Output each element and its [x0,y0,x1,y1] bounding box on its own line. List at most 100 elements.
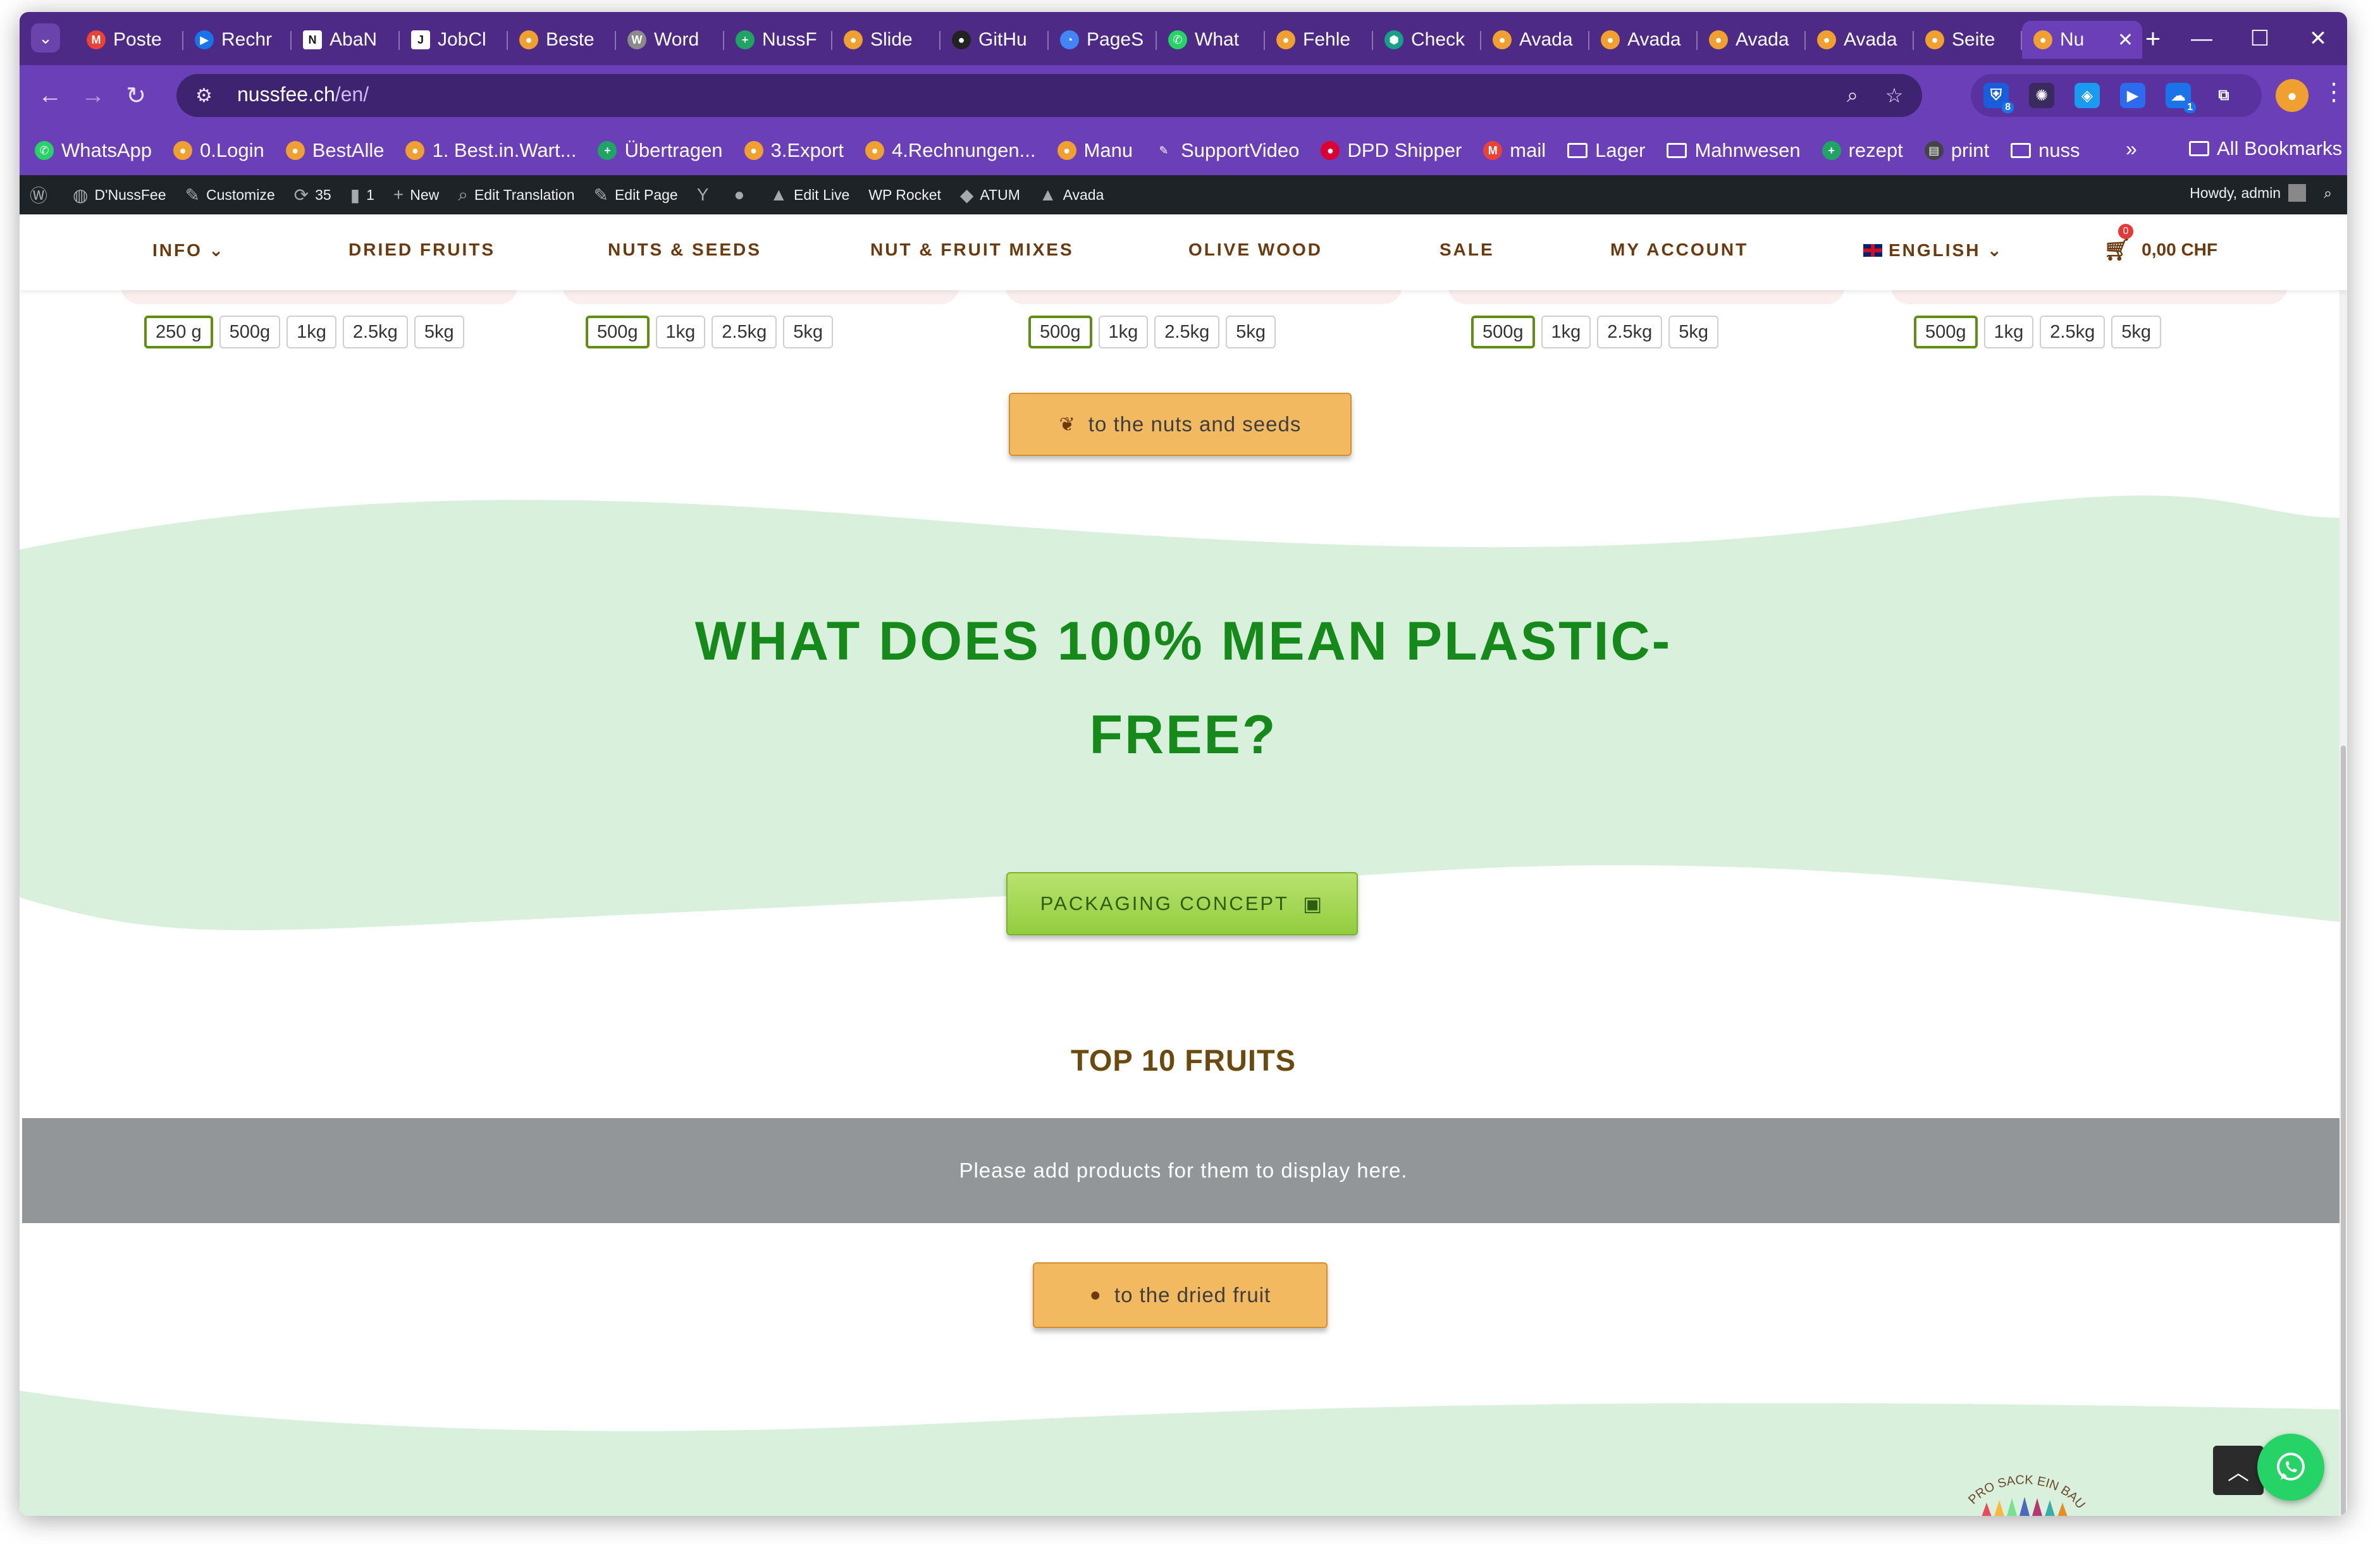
variant-option[interactable]: 500g [1028,316,1092,348]
admin-bar-item[interactable]: ● [734,185,751,205]
bookmark-item[interactable]: ✎ SupportVideo [1154,139,1299,162]
bookmark-item[interactable]: nuss [2011,139,2080,162]
tab-search-button[interactable]: ⌄ [31,23,60,52]
bitwarden-icon[interactable]: ⛨ 8 [1983,83,2014,113]
admin-bar-item[interactable]: ▲ Edit Live [770,185,849,205]
browser-tab[interactable]: ✆ What [1157,21,1265,59]
variant-option[interactable]: 5kg [1226,316,1276,348]
bookmark-item[interactable]: Mahnwesen [1667,139,1801,162]
variant-option[interactable]: 500g [586,316,650,348]
nav-sale[interactable]: SALE [1440,240,1495,260]
address-bar[interactable]: ⚙ nussfee.ch/en/ ⌕ ☆ [176,74,1922,117]
bookmark-item[interactable]: ▤ print [1924,139,1989,162]
close-window-button[interactable]: ✕ [2289,12,2347,65]
nav-nuts-seeds[interactable]: NUTS & SEEDS [608,240,761,260]
packaging-concept-button[interactable]: PACKAGING CONCEPT ▣ [1006,872,1358,935]
nav-english[interactable]: ENGLISH ⌄ [1863,240,2004,261]
browser-tab[interactable]: M Poste [75,21,183,59]
dried-fruit-button[interactable]: ● to the dried fruit [1033,1262,1328,1328]
admin-bar-item[interactable]: Y [697,185,715,205]
browser-tab[interactable]: ● Avada [1806,21,1914,59]
admin-bar-item[interactable]: ✎ Edit Page [594,185,678,206]
browser-tab[interactable]: + NussF [724,21,832,59]
variant-option[interactable]: 1kg [287,316,336,348]
bookmark-item[interactable]: Mmail [1483,139,1546,162]
nav-my-account[interactable]: MY ACCOUNT [1610,240,1748,260]
fox-extension-icon[interactable]: ✺ [2029,83,2054,108]
scrollbar-thumb[interactable] [2341,746,2346,1516]
admin-bar-item[interactable]: ▲ Avada [1039,185,1104,205]
browser-tab[interactable]: ▶ Rechr [183,21,292,59]
browser-tab[interactable]: N AbaN [292,21,400,59]
browser-tab[interactable]: J JobCl [400,21,508,59]
bookmarks-overflow-icon[interactable]: » [2126,137,2137,161]
browser-tab[interactable]: ◔ PageS [1049,21,1157,59]
browser-menu-icon[interactable]: ⋮ [2322,78,2346,106]
variant-option[interactable]: 250 g [144,316,213,348]
browser-tab[interactable]: ● Seite [1914,21,2022,59]
bookmark-item[interactable]: ● 1. Best.in.Wart... [405,139,576,162]
variant-option[interactable]: 1kg [655,316,706,348]
bookmark-item[interactable]: ✆ WhatsApp [35,139,152,162]
profile-avatar[interactable]: ● [2276,79,2309,112]
cloud-extension-icon[interactable]: ☁ 1 [2166,83,2196,113]
bookmark-item[interactable]: Lager [1567,139,1645,162]
scroll-to-top-button[interactable]: ︿ [2213,1446,2264,1495]
variant-option[interactable]: 1kg [1983,316,2034,348]
browser-tab[interactable]: ● GitHu [940,21,1049,59]
bookmark-item[interactable]: ● DPD Shipper [1321,139,1462,162]
variant-option[interactable]: 2.5kg [342,316,408,348]
new-tab-button[interactable]: + [2135,21,2171,56]
forward-button[interactable]: → [75,78,111,113]
variant-option[interactable]: 1kg [1098,316,1149,348]
admin-bar-item[interactable]: ✎ Customize [185,185,275,206]
nav-dried-fruits[interactable]: DRIED FRUITS [348,240,495,260]
nav-olive-wood[interactable]: OLIVE WOOD [1188,240,1323,260]
variant-option[interactable]: 500g [219,316,281,348]
puzzle-icon[interactable]: ⧉ [2211,83,2236,108]
browser-tab[interactable]: ● Beste [508,21,616,59]
browser-tab[interactable]: ● Avada [1589,21,1698,59]
reload-button[interactable]: ↻ [118,78,154,113]
all-bookmarks-button[interactable]: All Bookmarks [2189,137,2342,160]
bookmark-item[interactable]: + Übertragen [598,139,723,162]
admin-search-icon[interactable]: ⌕ [2324,185,2332,202]
bookmark-item[interactable]: ● 0.Login [173,139,264,162]
browser-tab[interactable]: ● Slide [832,21,940,59]
admin-bar-item[interactable]: ◆ ATUM [960,185,1020,206]
bookmark-item[interactable]: ● 4.Rechnungen... [865,139,1036,162]
bookmark-item[interactable]: ● 3.Export [744,139,844,162]
cart-link[interactable]: 🛒︎ 0,00 CHF [2104,237,2217,262]
nav-nut-fruit-mixes[interactable]: NUT & FRUIT MIXES [870,240,1074,260]
whatsapp-chat-button[interactable] [2257,1434,2324,1501]
minimize-button[interactable]: — [2173,12,2231,65]
variant-option[interactable]: 5kg [414,316,464,348]
browser-tab[interactable]: ⬢ Check [1373,21,1481,59]
browser-tab[interactable]: ● Nu ✕ [2022,21,2142,59]
variant-option[interactable]: 1kg [1541,316,1591,348]
variant-option[interactable]: 5kg [783,316,833,348]
admin-account[interactable]: Howdy, admin ⌕ [2190,184,2332,202]
admin-bar-item[interactable]: ⟳ 35 [294,185,331,206]
admin-bar-item[interactable]: WP Rocket [868,187,941,204]
admin-bar-item[interactable]: ◍ D'NussFee [73,185,166,206]
wordpress-logo-icon[interactable]: Ⓦ [30,182,54,207]
play-extension-icon[interactable]: ▶ [2120,83,2145,108]
variant-option[interactable]: 5kg [1668,316,1718,348]
admin-bar-item[interactable]: ▮ 1 [350,185,374,206]
variant-option[interactable]: 5kg [2111,316,2161,348]
variant-option[interactable]: 500g [1471,316,1535,348]
variant-option[interactable]: 2.5kg [1154,316,1220,348]
variant-option[interactable]: 2.5kg [2040,316,2106,348]
browser-tab[interactable]: ● Avada [1481,21,1589,59]
variant-option[interactable]: 2.5kg [1597,316,1663,348]
variant-option[interactable]: 2.5kg [712,316,777,348]
bookmark-item[interactable]: + rezept [1822,139,1903,162]
nuts-seeds-button[interactable]: ❦ to the nuts and seeds [1009,393,1352,456]
close-tab-icon[interactable]: ✕ [2118,29,2133,51]
bookmark-item[interactable]: ● BestAlle [285,139,384,162]
back-button[interactable]: ← [32,78,68,113]
admin-bar-item[interactable]: ⌕ Edit Translation [458,185,574,206]
tag-extension-icon[interactable]: ◈ [2075,83,2100,108]
browser-tab[interactable]: ● Fehle [1265,21,1373,59]
